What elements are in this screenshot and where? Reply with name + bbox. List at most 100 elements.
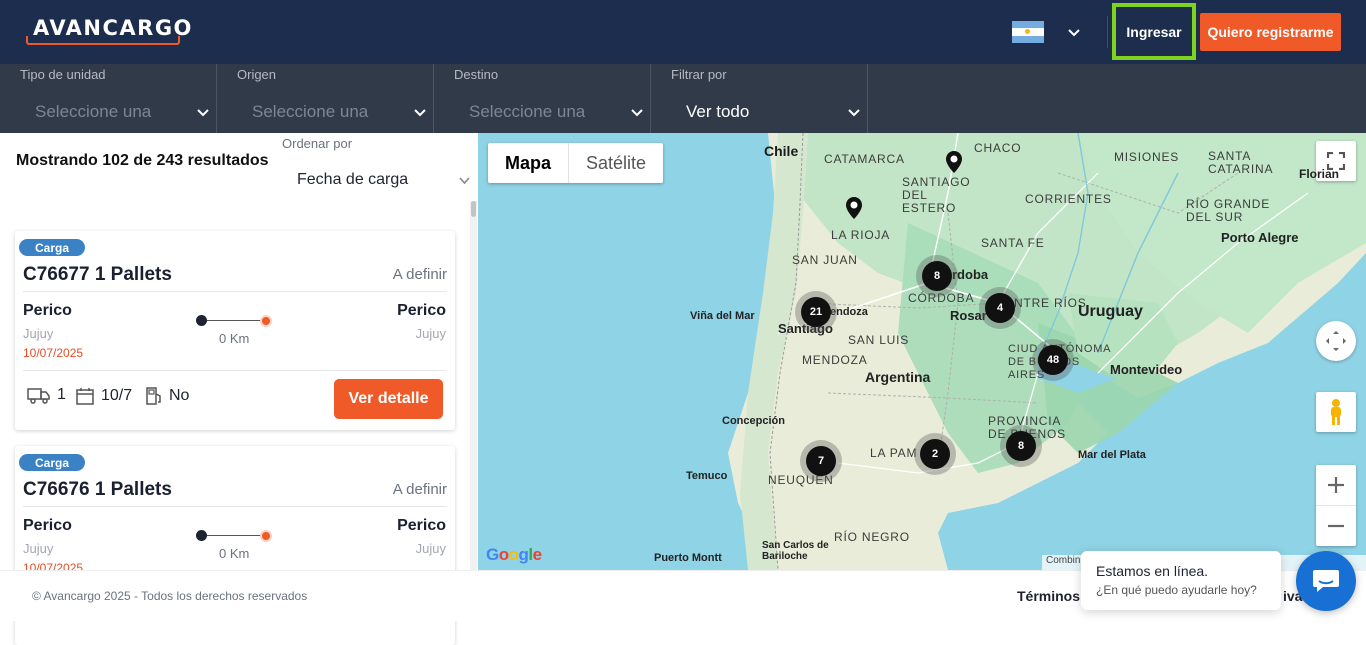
map-cluster[interactable]: 2: [920, 439, 950, 469]
units-count: 1: [57, 386, 66, 403]
chevron-down-icon: [631, 109, 643, 117]
zoom-out-button[interactable]: [1316, 506, 1356, 546]
map-label-porto-alegre: Porto Alegre: [1221, 230, 1299, 245]
map-label-san-juan: SAN JUAN: [792, 253, 858, 267]
minus-icon: [1328, 524, 1344, 527]
map-type-control: Mapa Satélite: [488, 143, 664, 183]
route-line: [201, 535, 267, 536]
map-label-la-pampa: LA PAM: [870, 446, 918, 460]
logo-underline: [26, 36, 180, 45]
plus-icon: [1328, 477, 1344, 493]
zoom-in-button[interactable]: [1316, 466, 1356, 506]
chat-help-text: ¿En qué puedo ayudarle hoy?: [1096, 583, 1257, 597]
map-label-cordoba: CÓRDOBA: [908, 291, 975, 305]
distance: 0 Km: [219, 546, 250, 561]
street-view-pegman[interactable]: [1316, 392, 1356, 432]
map-label-misiones: MISIONES: [1114, 150, 1180, 164]
map-cluster[interactable]: 7: [806, 446, 836, 476]
map-label-rio-negro: RÍO NEGRO: [834, 530, 910, 544]
filter-label: Tipo de unidad: [20, 67, 106, 82]
map-cluster[interactable]: 8: [922, 261, 952, 291]
map-label-chaco: CHACO: [974, 141, 1022, 155]
move-icon: [1326, 331, 1346, 351]
map-label-la-rioja: LA RIOJA: [831, 228, 891, 242]
origin-dot: [196, 315, 207, 326]
map-label-santiago-del-estero: SANTIAGO DEL ESTERO: [902, 175, 971, 215]
filter-destination[interactable]: Destino Seleccione una: [434, 64, 651, 133]
map-label-catamarca: CATAMARCA: [824, 152, 905, 166]
map-pin-icon[interactable]: [945, 150, 963, 174]
map-label-corrientes: CORRIENTES: [1025, 192, 1112, 206]
chevron-down-icon[interactable]: [1066, 24, 1082, 40]
map-label-san-luis: SAN LUIS: [848, 333, 910, 347]
map-cluster[interactable]: 4: [985, 293, 1015, 323]
calendar-icon: [76, 388, 94, 405]
route-line: [201, 320, 267, 321]
map-cluster[interactable]: 21: [801, 297, 831, 327]
chat-launcher-button[interactable]: [1296, 551, 1356, 611]
avancargo-logo[interactable]: AVANCARGO: [26, 14, 191, 46]
sort-value: Fecha de carga: [297, 171, 409, 188]
view-detail-button[interactable]: Ver detalle: [334, 379, 443, 419]
map-label-cordoba-city: rdoba: [952, 267, 989, 282]
divider: [23, 370, 447, 371]
filter-unit-type[interactable]: Tipo de unidad Seleccione una: [0, 64, 217, 133]
load-card[interactable]: Carga C76677 1 Pallets A definir Perico …: [15, 231, 455, 430]
map-label-santa-fe: SANTA FE: [981, 236, 1045, 250]
fuel-value: No: [169, 387, 190, 404]
origin-dot: [196, 530, 207, 541]
destination-dot: [260, 315, 272, 327]
chat-icon: [1313, 570, 1339, 592]
map-pin-icon[interactable]: [845, 196, 863, 220]
pan-control[interactable]: [1316, 321, 1356, 361]
filter-label: Destino: [454, 67, 499, 82]
map-label-bariloche: San Carlos de Bariloche: [762, 540, 829, 562]
filter-value: Seleccione una: [469, 102, 586, 121]
top-navbar: AVANCARGO Ingresar Quiero registrarme: [0, 0, 1366, 64]
map-label-rosario: Rosar: [950, 308, 987, 323]
origin-province: Jujuy: [23, 541, 54, 556]
map-type-satellite[interactable]: Satélite: [569, 143, 663, 183]
sort-label: Ordenar por: [282, 136, 353, 151]
filter-bar: Tipo de unidad Seleccione una Origen Sel…: [0, 64, 1366, 133]
divider: [23, 291, 447, 292]
map-label-rio-grande-del-sur: RÍO GRANDE DEL SUR: [1186, 197, 1271, 224]
destination-city: Perico: [397, 302, 446, 319]
filter-value: Seleccione una: [252, 102, 369, 121]
map-cluster[interactable]: 48: [1038, 345, 1068, 375]
argentina-flag-icon[interactable]: [1012, 21, 1044, 43]
map-label-mendoza-city: endoza: [830, 306, 868, 318]
map-cluster[interactable]: 8: [1006, 431, 1036, 461]
map-label-florian: Florian: [1299, 167, 1340, 181]
units-info: 1: [27, 386, 66, 404]
fuel-pump-icon: [146, 387, 161, 405]
load-title: C76676 1 Pallets: [23, 479, 172, 500]
origin-city: Perico: [23, 517, 72, 534]
map-type-map[interactable]: Mapa: [488, 143, 570, 183]
google-logo: Google: [486, 545, 542, 564]
map-label-chile: Chile: [764, 143, 799, 159]
destination-province: Jujuy: [415, 541, 446, 556]
map-label-puerto-montt: Puerto Montt: [654, 552, 722, 564]
divider: [23, 506, 447, 507]
results-scrollbar[interactable]: [470, 201, 477, 570]
chat-greeting-bubble[interactable]: Estamos en línea. ¿En qué puedo ayudarle…: [1081, 551, 1281, 610]
filter-by[interactable]: Filtrar por Ver todo: [651, 64, 868, 133]
chat-online-text: Estamos en línea.: [1096, 563, 1209, 579]
map-label-entre-rios: NTRE RÍOS: [1014, 296, 1087, 310]
chevron-down-icon: [459, 177, 470, 185]
load-date: 10/07/2025: [23, 346, 84, 360]
map-label-uruguay: Uruguay: [1078, 303, 1143, 320]
scrollbar-thumb[interactable]: [471, 201, 476, 217]
map-label-santa-catarina: SANTA CATARINA: [1208, 149, 1274, 176]
map-view[interactable]: Mapa Satélite Chile CATAMARCA CHACO MISI…: [478, 133, 1366, 570]
header-divider: [1107, 16, 1108, 48]
filter-origin[interactable]: Origen Seleccione una: [217, 64, 434, 133]
filter-label: Filtrar por: [671, 67, 727, 82]
short-date: 10/7: [101, 387, 133, 404]
register-button[interactable]: Quiero registrarme: [1200, 13, 1341, 51]
results-count: Mostrando 102 de 243 resultados: [16, 152, 269, 169]
login-button[interactable]: Ingresar: [1112, 3, 1196, 60]
chevron-down-icon: [848, 109, 860, 117]
copyright-text: © Avancargo 2025 - Todos los derechos re…: [32, 589, 308, 603]
